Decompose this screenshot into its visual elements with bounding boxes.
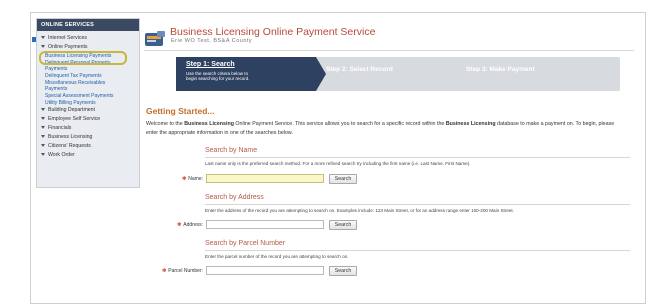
- page-subtitle: Erie WO Test, BS&A County: [171, 38, 253, 44]
- address-label-text: Address:: [183, 222, 203, 228]
- expand-arrow-icon: [41, 36, 45, 40]
- sidebar-item-citizens-requests[interactable]: Citizens' Requests: [37, 142, 139, 151]
- sidebar-item-label: Financials: [48, 125, 72, 131]
- sidebar: ONLINE SERVICES Internet Services Online…: [32, 18, 140, 188]
- expand-arrow-icon: [41, 108, 45, 112]
- expand-arrow-icon: [41, 45, 45, 49]
- search-by-address-hint: Enter the address of the record you are …: [205, 208, 514, 213]
- divider: [205, 204, 630, 205]
- expand-arrow-icon: [41, 135, 45, 139]
- address-label: ✻ Address:: [160, 222, 203, 228]
- name-label-text: Name:: [188, 176, 203, 182]
- sidebar-item-work-order[interactable]: Work Order: [37, 151, 139, 160]
- expand-arrow-icon: [41, 153, 45, 157]
- highlight-circle: [39, 51, 127, 65]
- expand-arrow-icon: [41, 144, 45, 148]
- step-1-description: Use the search critera below to begin se…: [186, 71, 250, 81]
- step-2-label: Step 2: Select Record: [326, 66, 393, 73]
- page-title: Business Licensing Online Payment Servic…: [170, 26, 376, 38]
- intro-text: Welcome to the Business Licensing Online…: [146, 120, 626, 138]
- parcel-number-label: ✻ Parcel Number:: [150, 268, 203, 274]
- sidebar-item-employee-self-service[interactable]: Employee Self Service: [37, 115, 139, 124]
- search-by-parcel-heading: Search by Parcel Number: [205, 240, 286, 247]
- search-by-address-button[interactable]: Search: [329, 220, 357, 230]
- expand-arrow-icon: [41, 126, 45, 130]
- step-1-title: Step 1: Search: [186, 61, 235, 68]
- required-icon: ✻: [177, 222, 182, 228]
- required-icon: ✻: [162, 268, 167, 274]
- step-3-label: Step 3: Make Payment: [466, 66, 535, 73]
- step-arrow: [316, 57, 326, 91]
- section-heading: Getting Started...: [146, 106, 215, 116]
- header-divider: [144, 50, 634, 51]
- sidebar-item-label: Citizens' Requests: [48, 143, 91, 149]
- step-1-active: Step 1: Search Use the search critera be…: [176, 57, 316, 91]
- sidebar-link-business-licensing-payments[interactable]: Business Licensing Payments: [37, 51, 139, 65]
- sidebar-item-building-department[interactable]: Building Department: [37, 106, 139, 115]
- sidebar-item-label: Internet Services: [48, 35, 87, 41]
- name-input[interactable]: [206, 174, 324, 183]
- search-by-name-hint: Last name only is the preferred search m…: [205, 161, 471, 166]
- app-logo-icon: [145, 31, 165, 46]
- step-progress-bar: Step 1: Search Use the search critera be…: [176, 57, 620, 91]
- pin-icon: [32, 37, 36, 42]
- sidebar-item-label: Building Department: [48, 107, 96, 113]
- sidebar-item-label: Online Payments: [48, 44, 88, 50]
- required-icon: ✻: [182, 176, 187, 182]
- divider: [205, 157, 630, 158]
- divider: [205, 250, 630, 251]
- address-input[interactable]: [206, 220, 324, 229]
- expand-arrow-icon: [41, 117, 45, 121]
- sidebar-item-financials[interactable]: Financials: [37, 124, 139, 133]
- search-by-parcel-hint: Enter the parcel number of the record yo…: [205, 254, 349, 259]
- sidebar-item-business-licensing[interactable]: Business Licensing: [37, 133, 139, 142]
- intro-bold: Business Licensing: [445, 121, 496, 127]
- sidebar-link-special-assessment[interactable]: Special Assessment Payments: [37, 93, 139, 99]
- sidebar-link-label: Delinquent Tax Payments: [45, 73, 102, 79]
- sidebar-item-label: Employee Self Service: [48, 116, 101, 122]
- intro-text-part: Online Payment Service. This service all…: [233, 121, 446, 127]
- sidebar-link-delinquent-tax[interactable]: Delinquent Tax Payments: [37, 73, 139, 79]
- search-by-name-button[interactable]: Search: [329, 174, 357, 184]
- sidebar-item-label: Business Licensing: [48, 134, 93, 140]
- search-by-parcel-button[interactable]: Search: [329, 266, 357, 276]
- sidebar-heading: ONLINE SERVICES: [37, 19, 139, 31]
- intro-text-part: Welcome to the: [146, 121, 185, 127]
- name-label: ✻ Name:: [170, 176, 203, 182]
- sidebar-link-misc-receivables[interactable]: Miscellaneous Receivables Payments: [37, 80, 125, 92]
- sidebar-item-label: Work Order: [48, 152, 75, 158]
- parcel-number-input[interactable]: [206, 266, 324, 275]
- search-by-address-heading: Search by Address: [205, 194, 264, 201]
- parcel-number-label-text: Parcel Number:: [168, 268, 203, 274]
- sidebar-link-label: Miscellaneous Receivables Payments: [45, 80, 106, 92]
- search-by-name-heading: Search by Name: [205, 147, 258, 154]
- sidebar-item-internet-services[interactable]: Internet Services: [32, 34, 139, 43]
- sidebar-link-label: Special Assessment Payments: [45, 93, 114, 99]
- intro-bold: Business Licensing: [184, 121, 234, 127]
